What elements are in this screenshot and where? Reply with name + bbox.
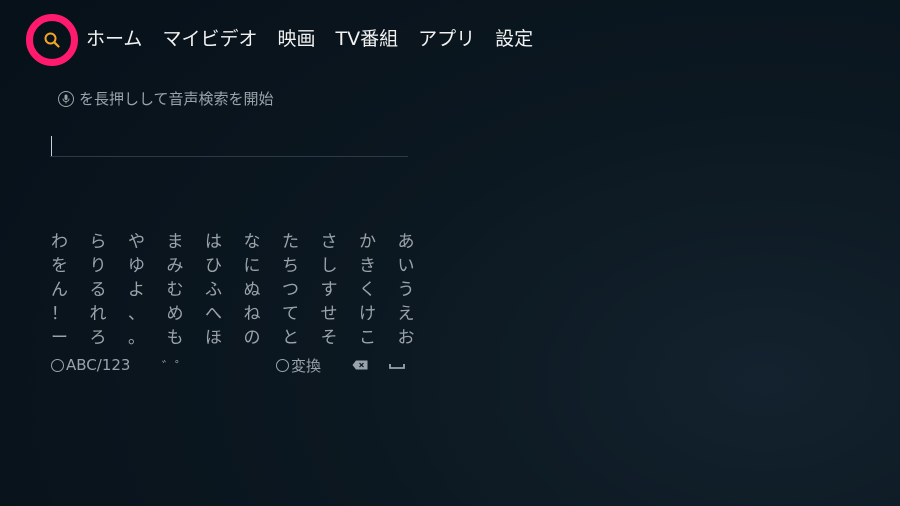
keyboard-key[interactable]: れ <box>89 299 128 324</box>
keyboard-key[interactable]: ち <box>281 251 320 276</box>
keyboard-key[interactable]: お <box>397 323 436 348</box>
keyboard-key[interactable]: す <box>320 275 359 300</box>
backspace-icon <box>352 360 368 370</box>
search-input[interactable] <box>50 134 408 157</box>
keyboard-key[interactable]: の <box>243 323 282 348</box>
keyboard-key[interactable]: つ <box>281 275 320 300</box>
keyboard-key[interactable]: ゆ <box>127 251 166 276</box>
keyboard-key[interactable]: よ <box>127 275 166 300</box>
microphone-icon <box>58 91 74 107</box>
nav-item-my-videos[interactable]: マイビデオ <box>162 24 257 54</box>
keyboard-key[interactable]: り <box>89 251 128 276</box>
keyboard-key[interactable]: ぬ <box>243 275 282 300</box>
keyboard-key[interactable]: た <box>281 227 320 252</box>
keyboard-key[interactable]: き <box>358 251 397 276</box>
nav-item-settings[interactable]: 設定 <box>495 24 533 54</box>
keyboard-key[interactable]: え <box>397 299 436 324</box>
keyboard-key[interactable]: は <box>204 227 243 252</box>
nav-menu: ホーム マイビデオ 映画 TV番組 アプリ 設定 <box>86 24 533 54</box>
keyboard-key[interactable]: ん <box>50 275 89 300</box>
keyboard-key[interactable]: わ <box>50 227 89 252</box>
kana-keyboard: わらやまはなたさかあをりゆみひにちしきいんるよむふぬつすくう ！れ、めへねてせけえ… <box>50 227 436 348</box>
voice-hint-text: を長押しして音声検索を開始 <box>79 90 274 108</box>
keyboard-key[interactable]: て <box>281 299 320 324</box>
keyboard-key[interactable]: め <box>166 299 205 324</box>
keyboard-key[interactable]: く <box>358 275 397 300</box>
keyboard-key[interactable]: ま <box>166 227 205 252</box>
keyboard-key[interactable]: や <box>127 227 166 252</box>
keyboard-key[interactable]: か <box>358 227 397 252</box>
text-cursor <box>51 136 52 156</box>
keyboard-key[interactable]: む <box>166 275 205 300</box>
convert-key[interactable]: 変換 <box>276 354 321 376</box>
keyboard-key[interactable]: ろ <box>89 323 128 348</box>
nav-item-apps[interactable]: アプリ <box>418 24 475 54</box>
keyboard-key[interactable]: な <box>243 227 282 252</box>
keyboard-key[interactable]: ね <box>243 299 282 324</box>
search-icon <box>44 32 60 48</box>
keyboard-key[interactable]: こ <box>358 323 397 348</box>
keyboard-key[interactable]: ！ <box>50 299 89 324</box>
keyboard-function-row: ABC/123 ゛゜ 変換 <box>0 354 900 376</box>
keyboard-key[interactable]: ほ <box>204 323 243 348</box>
nav-item-tv-shows[interactable]: TV番組 <box>335 24 398 54</box>
space-icon <box>389 364 405 369</box>
abc-123-key[interactable]: ABC/123 <box>51 354 130 376</box>
keyboard-key[interactable]: も <box>166 323 205 348</box>
dakuten-label: ゛゜ <box>162 359 189 375</box>
keyboard-key[interactable]: る <box>89 275 128 300</box>
dakuten-key[interactable]: ゛゜ <box>162 354 188 376</box>
keyboard-key[interactable]: ー <box>50 323 89 348</box>
keyboard-key[interactable]: そ <box>320 323 359 348</box>
keyboard-key[interactable]: う <box>397 275 436 300</box>
abc-123-label: ABC/123 <box>66 356 131 374</box>
nav-item-home[interactable]: ホーム <box>86 24 142 54</box>
space-key[interactable] <box>389 354 405 376</box>
search-button[interactable] <box>26 14 78 66</box>
convert-label: 変換 <box>291 356 322 375</box>
nav-item-movies[interactable]: 映画 <box>277 24 315 54</box>
keyboard-key[interactable]: に <box>243 251 282 276</box>
top-navigation: ホーム マイビデオ 映画 TV番組 アプリ 設定 <box>0 0 900 80</box>
keyboard-key[interactable]: し <box>320 251 359 276</box>
keyboard-key[interactable]: 、 <box>127 299 166 324</box>
keyboard-key[interactable]: 。 <box>127 323 166 348</box>
keyboard-key[interactable]: け <box>358 299 397 324</box>
keyboard-key[interactable]: を <box>50 251 89 276</box>
keyboard-key[interactable]: あ <box>397 227 436 252</box>
menu-button-icon <box>51 358 64 372</box>
keyboard-key[interactable]: へ <box>204 299 243 324</box>
keyboard-key[interactable]: さ <box>320 227 359 252</box>
keyboard-key[interactable]: と <box>281 323 320 348</box>
keyboard-key[interactable]: ひ <box>204 251 243 276</box>
keyboard-key[interactable]: み <box>166 251 205 276</box>
keyboard-key[interactable]: ふ <box>204 275 243 300</box>
play-pause-icon <box>276 358 289 372</box>
delete-key[interactable] <box>352 354 368 376</box>
voice-search-hint: を長押しして音声検索を開始 <box>58 88 274 110</box>
keyboard-key[interactable]: い <box>397 251 436 276</box>
keyboard-key[interactable]: ら <box>89 227 128 252</box>
keyboard-key[interactable]: せ <box>320 299 359 324</box>
